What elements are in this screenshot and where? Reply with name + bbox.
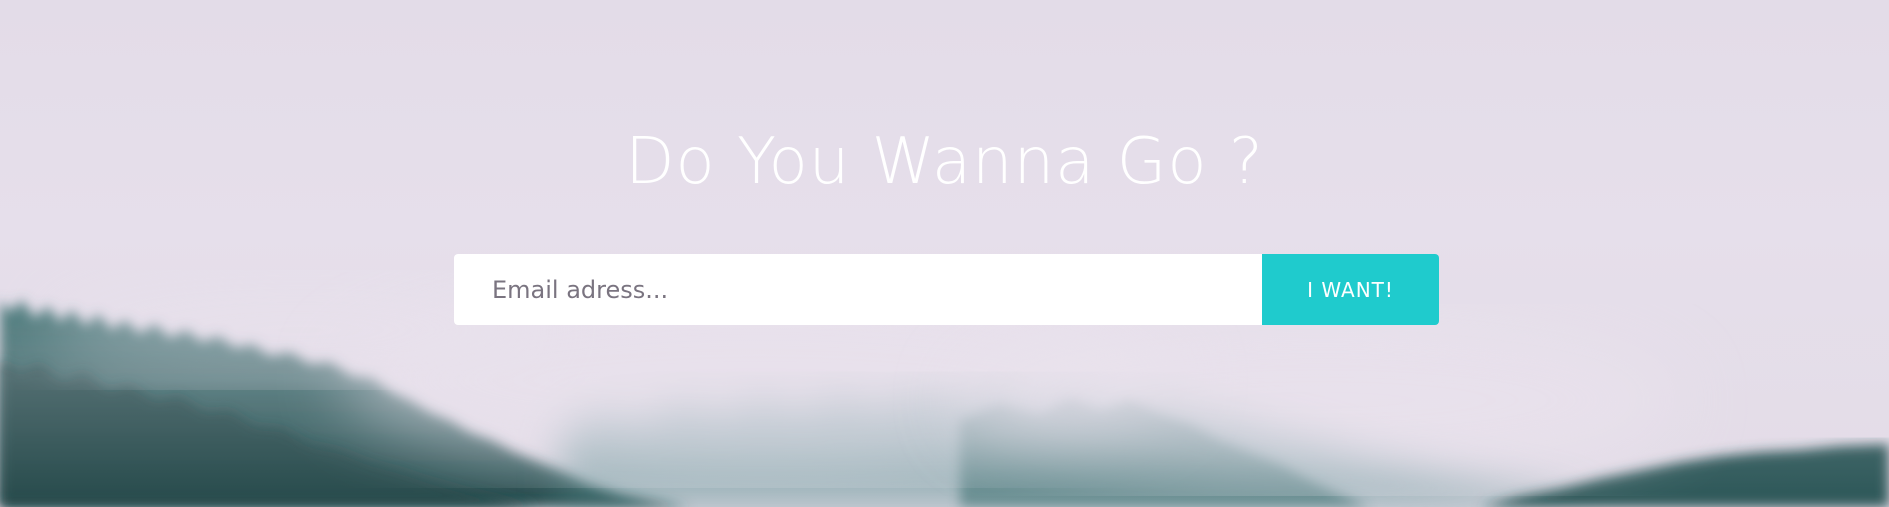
email-signup-form: I WANT! <box>454 254 1439 325</box>
i-want-button[interactable]: I WANT! <box>1262 254 1439 325</box>
hero-section: Do You Wanna Go ? I WANT! <box>0 0 1889 507</box>
hero-headline: Do You Wanna Go ? <box>625 125 1264 199</box>
email-input[interactable] <box>454 254 1262 325</box>
